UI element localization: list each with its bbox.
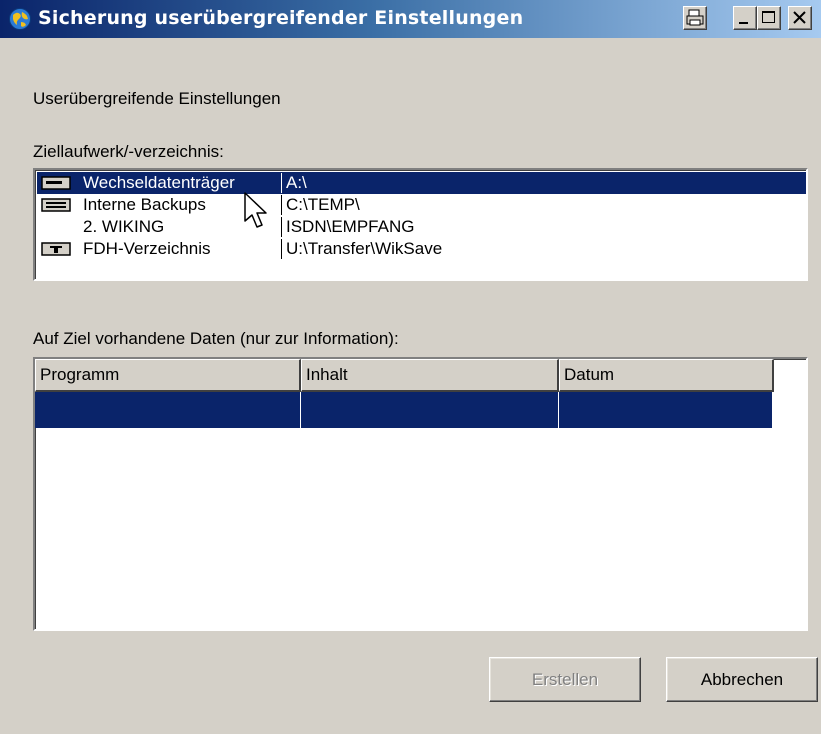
maximize-button[interactable]	[757, 6, 781, 30]
column-header-programm[interactable]: Programm	[35, 359, 301, 392]
hard-drive-icon	[41, 198, 71, 212]
print-button[interactable]	[683, 6, 707, 30]
column-divider	[281, 173, 282, 193]
target-listbox[interactable]: Wechseldatenträger A:\ Interne Backups C…	[33, 168, 808, 281]
target-item-path: U:\Transfer\WikSave	[286, 239, 443, 258]
network-drive-icon	[41, 242, 71, 256]
target-item-wechseldatentraeger[interactable]: Wechseldatenträger A:\	[37, 172, 806, 194]
minimize-icon	[739, 22, 748, 24]
close-icon	[793, 11, 806, 24]
target-item-name: Interne Backups	[83, 195, 206, 214]
target-item-wiking[interactable]: 2. WIKING ISDN\EMPFANG	[37, 216, 806, 238]
target-item-name: 2. WIKING	[83, 217, 165, 236]
window-title: Sicherung userübergreifender Einstellung…	[38, 7, 524, 29]
target-item-path: ISDN\EMPFANG	[286, 217, 415, 236]
target-item-interne-backups[interactable]: Interne Backups C:\TEMP\	[37, 194, 806, 216]
globe-icon	[9, 8, 31, 30]
target-item-name: FDH-Verzeichnis	[83, 239, 211, 258]
removable-drive-icon	[41, 176, 71, 190]
create-button[interactable]: Erstellen	[489, 657, 641, 702]
target-item-name: Wechseldatenträger	[83, 173, 235, 192]
cancel-button[interactable]: Abbrechen	[666, 657, 818, 702]
column-header-inhalt[interactable]: Inhalt	[301, 359, 559, 392]
column-divider	[281, 217, 282, 237]
column-divider	[281, 239, 282, 259]
existing-data-grid[interactable]: Programm Inhalt Datum	[33, 357, 808, 631]
cell-divider	[558, 392, 559, 428]
mouse-pointer-icon	[244, 192, 267, 228]
dialog-window: Sicherung userübergreifender Einstellung…	[0, 0, 821, 734]
target-item-fdh-verzeichnis[interactable]: FDH-Verzeichnis U:\Transfer\WikSave	[37, 238, 806, 260]
target-label: Ziellaufwerk/-verzeichnis:	[33, 142, 224, 161]
table-row[interactable]	[35, 392, 772, 428]
minimize-button[interactable]	[733, 6, 757, 30]
print-icon	[686, 9, 704, 26]
column-header-datum[interactable]: Datum	[559, 359, 774, 392]
target-item-path: A:\	[286, 173, 307, 192]
maximize-icon	[762, 11, 775, 23]
title-bar[interactable]: Sicherung userübergreifender Einstellung…	[0, 0, 821, 38]
existing-data-label: Auf Ziel vorhandene Daten (nur zur Infor…	[33, 329, 399, 348]
section-heading: Userübergreifende Einstellungen	[33, 89, 281, 108]
cell-divider	[300, 392, 301, 428]
target-item-path: C:\TEMP\	[286, 195, 360, 214]
close-button[interactable]	[788, 6, 812, 30]
column-divider	[281, 195, 282, 215]
